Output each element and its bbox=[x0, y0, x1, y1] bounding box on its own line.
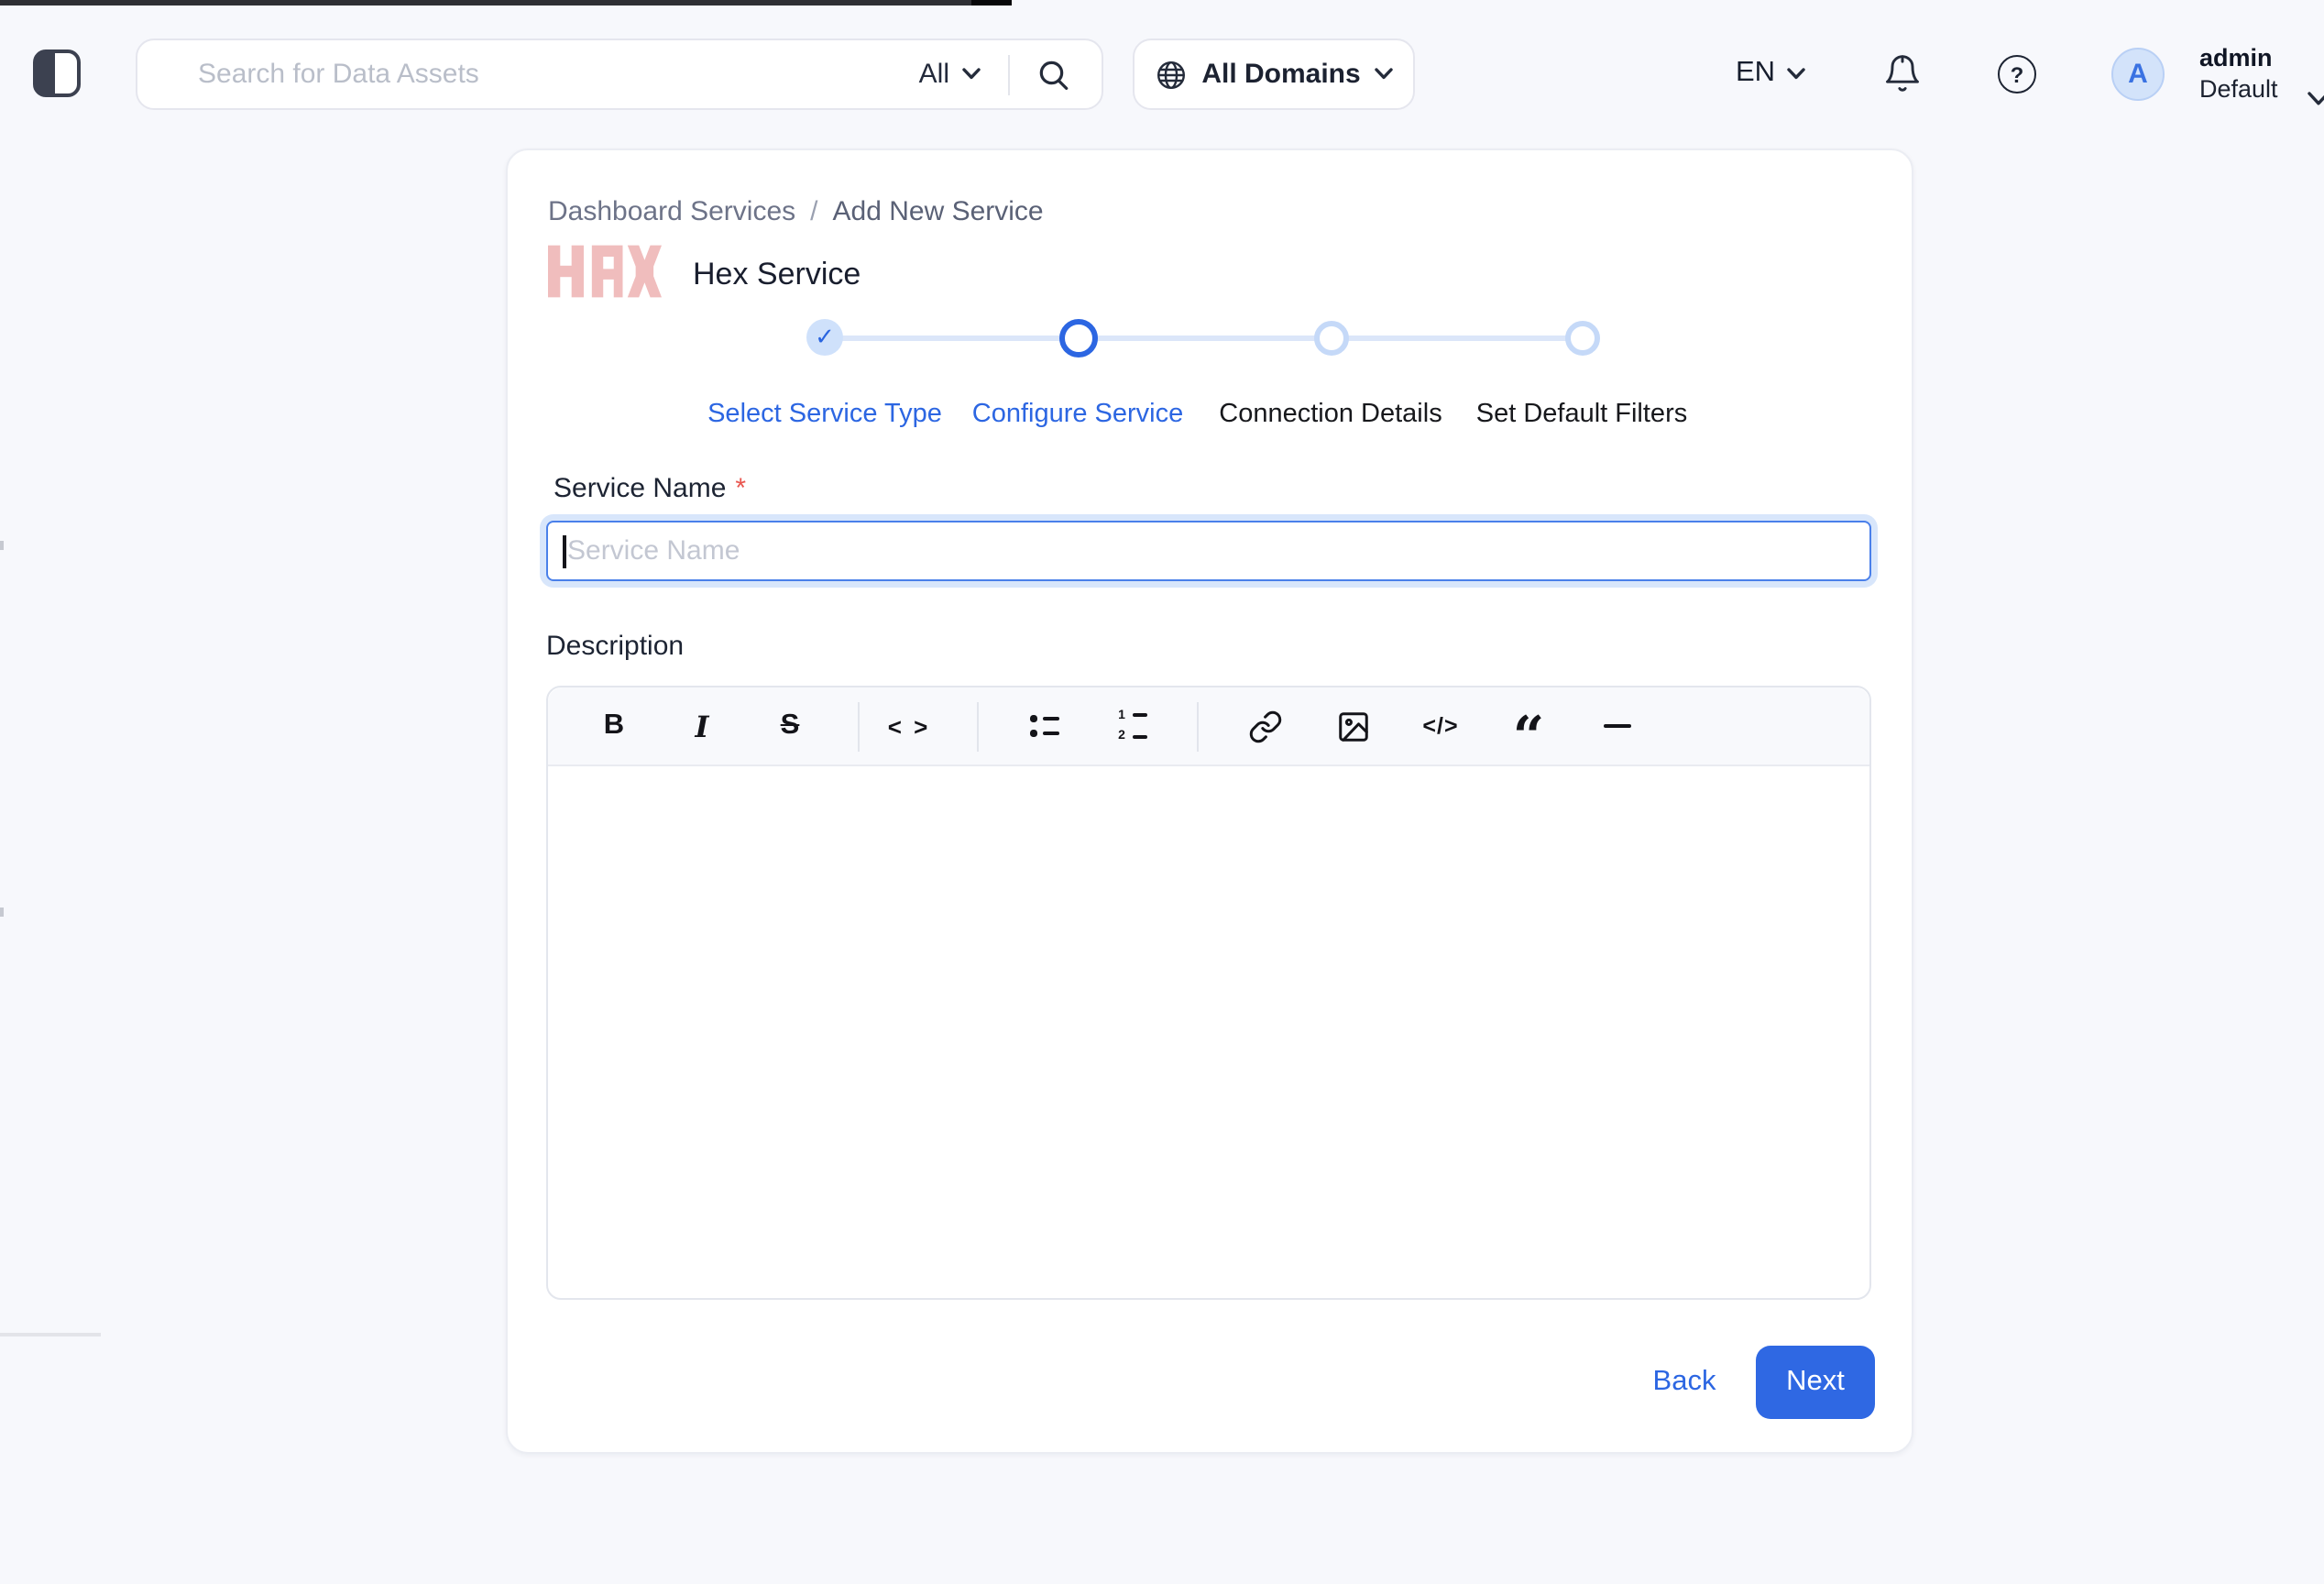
numbered-list-button[interactable]: 1 2 bbox=[1089, 687, 1177, 765]
question-icon: ? bbox=[2011, 61, 2024, 87]
user-role: Default bbox=[2199, 74, 2278, 104]
service-name-label: Service Name * bbox=[554, 473, 746, 504]
notifications-button[interactable] bbox=[1880, 51, 1924, 95]
image-button[interactable] bbox=[1309, 687, 1397, 765]
back-button[interactable]: Back bbox=[1618, 1366, 1750, 1399]
code-block-button[interactable]: </> bbox=[1397, 687, 1485, 765]
breadcrumb-separator: / bbox=[810, 196, 817, 227]
link-icon bbox=[1247, 709, 1282, 743]
description-editor: B I S < > 1 2 bbox=[546, 686, 1871, 1300]
step-1-indicator[interactable]: ✓ bbox=[806, 319, 843, 356]
breadcrumb: Dashboard Services / Add New Service bbox=[548, 196, 1044, 227]
left-edge-artifact bbox=[0, 541, 4, 550]
left-edge-artifact bbox=[0, 908, 4, 917]
link-button[interactable] bbox=[1221, 687, 1309, 765]
avatar[interactable]: A bbox=[2111, 48, 2165, 101]
globe-icon bbox=[1154, 58, 1187, 91]
horizontal-rule-button[interactable] bbox=[1573, 687, 1661, 765]
chevron-down-icon bbox=[962, 68, 981, 81]
image-icon bbox=[1335, 709, 1370, 743]
domains-selector[interactable]: All Domains bbox=[1133, 38, 1415, 110]
horizontal-rule-icon bbox=[1603, 724, 1630, 728]
help-button[interactable]: ? bbox=[1998, 55, 2036, 94]
left-edge-line bbox=[0, 1333, 101, 1336]
language-selector[interactable]: EN bbox=[1736, 57, 1804, 90]
search-scope-value: All bbox=[919, 59, 949, 90]
language-value: EN bbox=[1736, 57, 1775, 90]
inline-code-button[interactable]: < > bbox=[865, 687, 953, 765]
step-2-indicator[interactable] bbox=[1059, 318, 1098, 357]
bell-icon bbox=[1882, 53, 1923, 94]
numbered-list-digit: 2 bbox=[1118, 731, 1125, 743]
service-name-label-text: Service Name bbox=[554, 473, 726, 504]
step-4-label: Set Default Filters bbox=[1426, 400, 1738, 429]
check-icon: ✓ bbox=[815, 323, 835, 352]
avatar-initial: A bbox=[2128, 59, 2148, 90]
chevron-down-icon bbox=[1376, 68, 1394, 81]
stepper-connector bbox=[825, 336, 1584, 340]
user-menu-chevron[interactable] bbox=[2308, 82, 2324, 116]
quote-button[interactable]: “ bbox=[1485, 699, 1573, 778]
global-search[interactable]: Search for Data Assets All bbox=[136, 38, 1103, 110]
toolbar-divider bbox=[858, 701, 860, 751]
required-marker: * bbox=[735, 473, 746, 504]
strikethrough-button[interactable]: S bbox=[746, 687, 834, 765]
numbered-list-icon: 1 2 bbox=[1118, 710, 1147, 743]
toolbar-divider bbox=[1197, 701, 1199, 751]
search-input[interactable]: Search for Data Assets bbox=[198, 59, 919, 90]
divider bbox=[1008, 54, 1010, 94]
text-cursor bbox=[563, 534, 565, 567]
search-icon[interactable] bbox=[1037, 58, 1070, 91]
sidebar-toggle-icon[interactable] bbox=[33, 50, 81, 97]
breadcrumb-dashboard-services[interactable]: Dashboard Services bbox=[548, 196, 795, 227]
description-textarea[interactable] bbox=[548, 766, 1869, 1298]
bold-button[interactable]: B bbox=[570, 687, 658, 765]
user-name: admin bbox=[2199, 44, 2278, 74]
bulleted-list-button[interactable] bbox=[1001, 687, 1089, 765]
next-button[interactable]: Next bbox=[1756, 1346, 1875, 1419]
editor-toolbar: B I S < > 1 2 bbox=[548, 688, 1869, 766]
breadcrumb-current: Add New Service bbox=[833, 196, 1044, 227]
toolbar-divider bbox=[976, 701, 978, 751]
bulleted-list-icon bbox=[1031, 716, 1059, 737]
chevron-down-icon bbox=[1786, 67, 1804, 80]
chevron-down-icon bbox=[2308, 92, 2324, 106]
description-label: Description bbox=[546, 631, 684, 662]
add-service-card: Dashboard Services / Add New Service Hex… bbox=[506, 148, 1913, 1454]
hex-logo bbox=[548, 244, 662, 299]
service-name-placeholder: Service Name bbox=[567, 535, 740, 566]
top-edge-artifact bbox=[0, 0, 1012, 6]
service-name-input[interactable]: Service Name bbox=[546, 521, 1871, 581]
step-4-indicator bbox=[1565, 320, 1600, 355]
step-3-indicator bbox=[1314, 320, 1349, 355]
user-menu[interactable]: admin Default bbox=[2199, 44, 2278, 104]
domains-label: All Domains bbox=[1201, 59, 1360, 90]
numbered-list-digit: 1 bbox=[1118, 710, 1125, 722]
app-viewport: Search for Data Assets All All Domains E… bbox=[0, 0, 2324, 1584]
search-scope-dropdown[interactable]: All bbox=[919, 59, 981, 90]
service-title: Hex Service bbox=[693, 257, 861, 293]
italic-button[interactable]: I bbox=[658, 687, 746, 765]
